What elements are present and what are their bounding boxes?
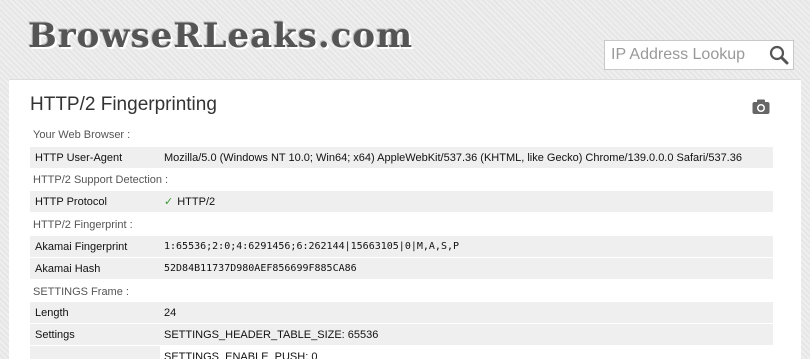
- search-button[interactable]: [765, 41, 793, 69]
- row-user-agent: HTTP User-Agent Mozilla/5.0 (Windows NT …: [30, 147, 773, 168]
- user-agent-value: Mozilla/5.0 (Windows NT 10.0; Win64; x64…: [164, 151, 742, 164]
- check-icon: ✓: [164, 196, 174, 208]
- row-key: Length: [35, 306, 69, 319]
- main-panel: HTTP/2 Fingerprinting Your Web Browser :…: [9, 79, 801, 359]
- section-label-support: HTTP/2 Support Detection :: [33, 174, 169, 186]
- section-label-fingerprint: HTTP/2 Fingerprint :: [33, 219, 133, 231]
- protocol-value: HTTP/2: [177, 196, 216, 208]
- row-akamai-fingerprint: Akamai Fingerprint 1:65536;2:0;4:6291456…: [30, 236, 773, 257]
- akamai-hash-value: 52D84B11737D980AEF856699F885CA86: [164, 263, 357, 274]
- protocol-value-cell: ✓ HTTP/2: [160, 195, 773, 208]
- length-value: 24: [164, 306, 177, 319]
- row-settings: Settings SETTINGS_HEADER_TABLE_SIZE: 655…: [30, 324, 773, 345]
- akamai-fingerprint-value: 1:65536;2:0;4:6291456;6:262144|15663105|…: [164, 241, 460, 252]
- row-akamai-hash: Akamai Hash 52D84B11737D980AEF856699F885…: [30, 258, 773, 279]
- row-key: Akamai Fingerprint: [35, 240, 128, 253]
- row-key: HTTP User-Agent: [35, 151, 123, 164]
- settings-value: SETTINGS_ENABLE_PUSH: 0: [164, 350, 318, 359]
- ip-lookup-search: [604, 40, 794, 70]
- row-key: HTTP Protocol: [35, 195, 107, 208]
- row-key: Settings: [35, 328, 75, 341]
- row-key: Akamai Hash: [35, 262, 101, 275]
- search-icon: [769, 45, 789, 65]
- row-settings-cont: SETTINGS_ENABLE_PUSH: 0: [30, 346, 773, 359]
- camera-icon: [752, 99, 770, 114]
- page-title: HTTP/2 Fingerprinting: [30, 94, 217, 115]
- row-length: Length 24: [30, 302, 773, 323]
- site-logo[interactable]: BrowseRLeaks.com: [28, 10, 412, 62]
- section-label-settings: SETTINGS Frame :: [33, 286, 129, 298]
- site-header: BrowseRLeaks.com: [0, 0, 810, 78]
- row-http-protocol: HTTP Protocol ✓ HTTP/2: [30, 191, 773, 212]
- logo-text: BrowseRLeaks.com: [28, 16, 414, 56]
- section-label-browser: Your Web Browser :: [33, 129, 131, 141]
- screenshot-button[interactable]: [752, 99, 770, 115]
- settings-value: SETTINGS_HEADER_TABLE_SIZE: 65536: [164, 328, 379, 341]
- search-input[interactable]: [605, 41, 765, 69]
- row-key-empty: [30, 346, 160, 359]
